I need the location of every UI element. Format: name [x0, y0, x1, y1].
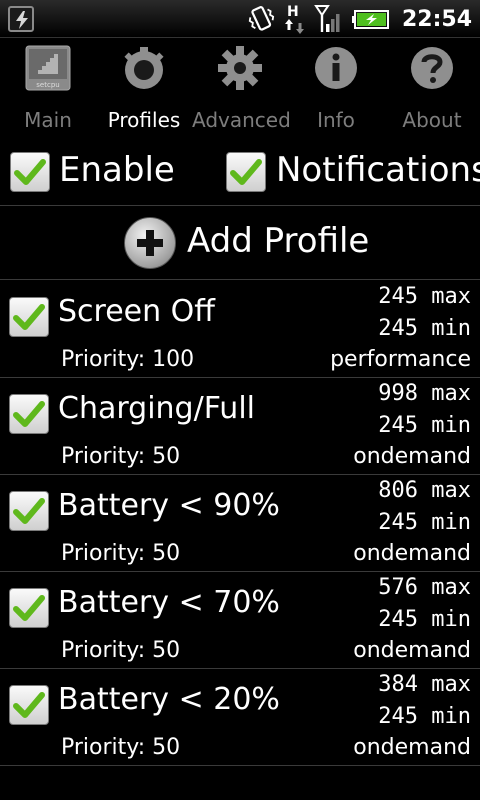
add-profile-button[interactable]: Add Profile — [124, 217, 374, 271]
profile-enabled-checkbox[interactable] — [9, 297, 49, 337]
plus-icon — [124, 217, 176, 269]
add-profile-row: Add Profile — [0, 207, 480, 280]
profile-priority: Priority: 50 — [61, 638, 181, 663]
checkmark-icon — [13, 304, 45, 330]
profile-enabled-checkbox[interactable] — [9, 685, 49, 725]
profile-min-frequency: 245 min — [378, 704, 471, 729]
checkmark-icon — [13, 595, 45, 621]
profile-enabled-checkbox[interactable] — [9, 588, 49, 628]
profile-name: Battery < 70% — [58, 585, 280, 620]
profile-row[interactable]: Charging/Full Priority: 50 998 max 245 m… — [0, 378, 480, 475]
tab-main-label: Main — [24, 108, 72, 132]
profile-max-frequency: 245 max — [378, 284, 471, 309]
profile-max-frequency: 998 max — [378, 381, 471, 406]
profile-min-frequency: 245 min — [378, 316, 471, 341]
chip-label: setcpu — [36, 81, 59, 89]
notifications-checkbox[interactable] — [226, 152, 266, 192]
profile-list: Screen Off Priority: 100 245 max 245 min… — [0, 281, 480, 766]
profile-row[interactable]: Battery < 70% Priority: 50 576 max 245 m… — [0, 572, 480, 669]
network-type-label: H — [287, 4, 299, 20]
enable-label[interactable]: Enable — [59, 150, 175, 190]
profile-governor: ondemand — [353, 444, 471, 469]
profile-max-frequency: 384 max — [378, 672, 471, 697]
data-arrows-icon: H — [284, 3, 306, 35]
profile-min-frequency: 245 min — [378, 413, 471, 438]
profile-max-frequency: 576 max — [378, 575, 471, 600]
tab-info[interactable]: Info — [288, 38, 384, 142]
profile-governor: ondemand — [353, 638, 471, 663]
checkmark-icon — [13, 401, 45, 427]
enable-checkbox[interactable] — [10, 152, 50, 192]
add-profile-label: Add Profile — [187, 221, 370, 261]
checkmark-icon — [14, 159, 46, 185]
checkmark-icon — [13, 692, 45, 718]
setcpu-notification-icon[interactable] — [8, 6, 34, 32]
tab-main[interactable]: setcpu Main — [0, 38, 96, 142]
profile-row[interactable]: Battery < 90% Priority: 50 806 max 245 m… — [0, 475, 480, 572]
checkmark-icon — [13, 498, 45, 524]
status-bar: H 22:54 — [0, 0, 480, 38]
profile-governor: ondemand — [353, 735, 471, 760]
profile-row[interactable]: Battery < 20% Priority: 50 384 max 245 m… — [0, 669, 480, 766]
profile-priority: Priority: 50 — [61, 735, 181, 760]
gear-icon — [216, 44, 264, 92]
tab-about[interactable]: About — [384, 38, 480, 142]
profile-priority: Priority: 100 — [61, 347, 195, 372]
profile-priority: Priority: 50 — [61, 444, 181, 469]
options-row: Enable Notifications — [0, 142, 480, 206]
profile-row[interactable]: Screen Off Priority: 100 245 max 245 min… — [0, 281, 480, 378]
profile-name: Battery < 20% — [58, 682, 280, 717]
profile-governor: performance — [330, 347, 471, 372]
profile-name: Charging/Full — [58, 391, 255, 426]
battery-charging-icon — [351, 8, 390, 30]
profile-min-frequency: 245 min — [378, 510, 471, 535]
tab-advanced[interactable]: Advanced — [192, 38, 291, 142]
help-icon — [408, 44, 456, 92]
profile-enabled-checkbox[interactable] — [9, 394, 49, 434]
profile-name: Screen Off — [58, 294, 215, 329]
profile-enabled-checkbox[interactable] — [9, 491, 49, 531]
timer-icon — [120, 44, 168, 92]
tab-info-label: Info — [317, 108, 355, 132]
info-icon — [312, 44, 360, 92]
profile-max-frequency: 806 max — [378, 478, 471, 503]
tab-bar: setcpu Main Profiles Advanced Info About — [0, 38, 480, 142]
checkmark-icon — [230, 159, 262, 185]
notifications-label[interactable]: Notifications — [276, 150, 480, 190]
tab-profiles[interactable]: Profiles — [96, 38, 192, 142]
profile-governor: ondemand — [353, 541, 471, 566]
status-icons: H 22:54 — [246, 3, 472, 35]
tab-about-label: About — [402, 108, 462, 132]
signal-icon — [314, 4, 344, 34]
tab-profiles-label: Profiles — [107, 108, 181, 132]
profile-name: Battery < 90% — [58, 488, 280, 523]
setcpu-chip-icon: setcpu — [24, 44, 72, 92]
profile-min-frequency: 245 min — [378, 607, 471, 632]
vibrate-icon — [246, 5, 276, 33]
tab-advanced-label: Advanced — [192, 108, 291, 132]
profile-priority: Priority: 50 — [61, 541, 181, 566]
clock-time: 22:54 — [401, 6, 472, 32]
